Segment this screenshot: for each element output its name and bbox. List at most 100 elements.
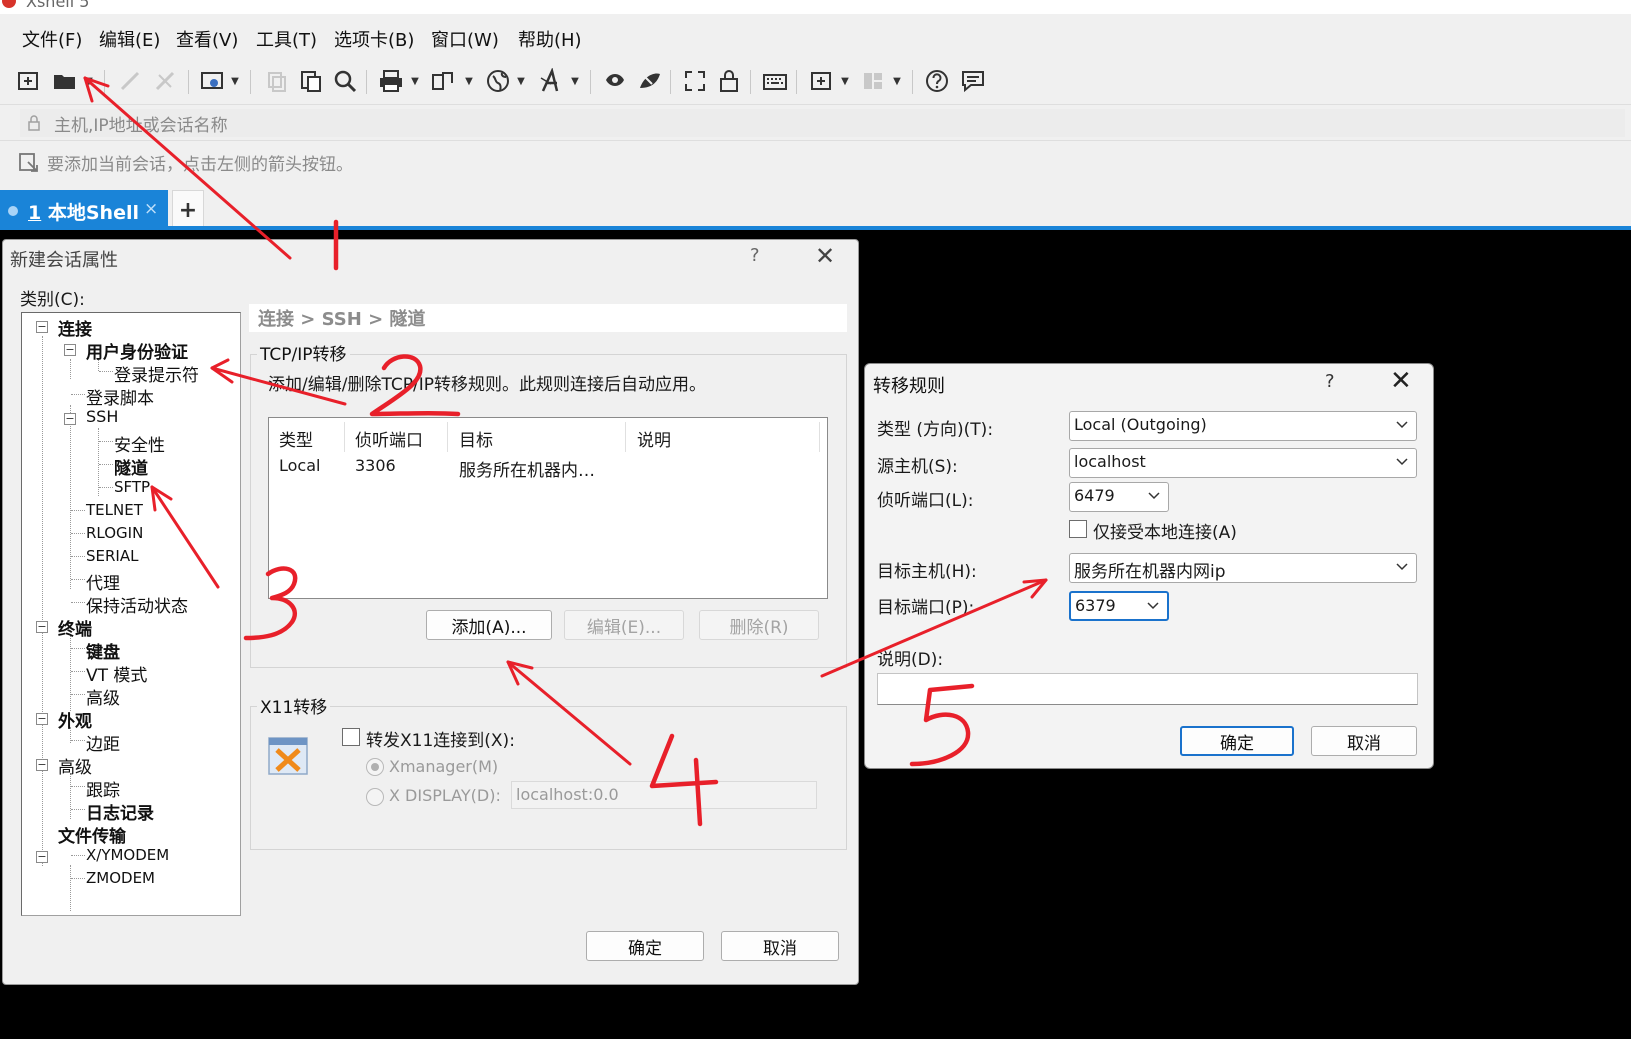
connect-icon[interactable] <box>115 66 145 96</box>
tree-item-rlogin[interactable]: RLOGIN <box>86 524 143 542</box>
menu-window[interactable]: 窗口(W) <box>431 26 499 52</box>
target-port-select[interactable]: 6379 <box>1069 591 1169 621</box>
rule-ok-button[interactable]: 确定 <box>1180 726 1294 756</box>
add-session-arrow-icon[interactable] <box>18 151 40 173</box>
tree-item-sftp[interactable]: SFTP <box>114 478 150 496</box>
rule-dialog-close-icon[interactable]: ✕ <box>1390 366 1412 396</box>
new-session-icon[interactable] <box>14 66 44 96</box>
menu-view[interactable]: 查看(V) <box>176 26 238 52</box>
tab-close-icon[interactable]: × <box>144 199 158 219</box>
menu-tabs[interactable]: 选项卡(B) <box>334 26 414 52</box>
globe-dropdown-icon[interactable]: ▼ <box>516 72 526 90</box>
layout-icon[interactable] <box>858 66 888 96</box>
tree-item-proxy[interactable]: 代理 <box>86 569 120 594</box>
font-dropdown-icon[interactable]: ▼ <box>570 72 580 90</box>
col-port[interactable]: 侦听端口 <box>355 426 423 451</box>
toggle-auth[interactable]: − <box>64 344 76 356</box>
find-icon[interactable] <box>330 66 360 96</box>
paste-icon[interactable] <box>296 66 326 96</box>
dialog-ok-button[interactable]: 确定 <box>586 931 704 961</box>
open-folder-icon[interactable] <box>50 66 80 96</box>
add-rule-button[interactable]: 添加(A)... <box>426 610 552 640</box>
source-host-select[interactable]: localhost <box>1069 448 1417 478</box>
open-dropdown-icon[interactable]: ▼ <box>84 72 94 90</box>
tree-item-terminal-advanced[interactable]: 高级 <box>86 684 120 709</box>
tree-item-login-script[interactable]: 登录脚本 <box>86 384 154 409</box>
properties-icon[interactable] <box>198 66 228 96</box>
xmanager-radio[interactable] <box>366 758 384 776</box>
tree-item-auth[interactable]: 用户身份验证 <box>86 338 188 363</box>
listen-port-select[interactable]: 6479 <box>1069 482 1169 512</box>
tree-item-connection[interactable]: 连接 <box>58 315 92 340</box>
edit-rule-button[interactable]: 编辑(E)... <box>564 610 684 640</box>
chat-icon[interactable] <box>958 66 988 96</box>
tree-item-xymodem[interactable]: X/YMODEM <box>86 846 169 864</box>
print-dropdown-icon[interactable]: ▼ <box>410 72 420 90</box>
toggle-file-transfer[interactable]: − <box>36 851 48 863</box>
transfer-icon[interactable] <box>428 66 458 96</box>
font-icon[interactable] <box>537 66 567 96</box>
help-icon[interactable] <box>922 66 952 96</box>
copy-icon[interactable] <box>262 66 292 96</box>
tree-item-security[interactable]: 安全性 <box>114 431 165 456</box>
dialog-cancel-button[interactable]: 取消 <box>721 931 839 961</box>
tree-item-serial[interactable]: SERIAL <box>86 547 138 565</box>
lock-icon[interactable] <box>714 66 744 96</box>
tree-item-ssh[interactable]: SSH <box>86 407 118 426</box>
menu-edit[interactable]: 编辑(E) <box>99 26 160 52</box>
print-icon[interactable] <box>376 66 406 96</box>
menu-help[interactable]: 帮助(H) <box>518 26 582 52</box>
toggle-connection[interactable]: − <box>36 321 48 333</box>
rule-cancel-button[interactable]: 取消 <box>1311 726 1417 756</box>
tree-item-appearance[interactable]: 外观 <box>58 707 92 732</box>
col-type[interactable]: 类型 <box>279 426 313 451</box>
transfer-dropdown-icon[interactable]: ▼ <box>464 72 474 90</box>
forward-x11-checkbox[interactable] <box>342 728 360 746</box>
delete-rule-button[interactable]: 删除(R) <box>699 610 819 640</box>
xmanager-icon[interactable] <box>634 66 664 96</box>
tree-item-margin[interactable]: 边距 <box>86 730 120 755</box>
tree-item-file-transfer[interactable]: 文件传输 <box>58 822 126 847</box>
keyboard-icon[interactable] <box>760 66 790 96</box>
globe-icon[interactable] <box>483 66 513 96</box>
xdisplay-input[interactable]: localhost:0.0 <box>511 781 817 809</box>
category-tree[interactable]: − 连接 − 用户身份验证 登录提示符 登录脚本 − SSH 安全性 隧道 SF… <box>21 312 241 916</box>
tree-item-tunnel[interactable]: 隧道 <box>114 454 148 479</box>
address-input[interactable]: 主机,IP地址或会话名称 <box>20 109 1625 137</box>
tree-item-zmodem[interactable]: ZMODEM <box>86 869 155 887</box>
col-desc[interactable]: 说明 <box>637 426 671 451</box>
dialog-help-button[interactable]: ? <box>750 245 760 266</box>
tree-item-telnet[interactable]: TELNET <box>86 501 143 519</box>
menu-tools[interactable]: 工具(T) <box>256 26 317 52</box>
forwarding-rules-list[interactable]: 类型 侦听端口 目标 说明 Local 3306 服务所在机器内… <box>268 417 828 599</box>
xdisplay-radio[interactable] <box>366 788 384 806</box>
tree-item-login-prompt[interactable]: 登录提示符 <box>114 361 199 386</box>
fullscreen-icon[interactable] <box>680 66 710 96</box>
new-tab-icon[interactable] <box>806 66 836 96</box>
type-select[interactable]: Local (Outgoing) <box>1069 411 1417 441</box>
rule-dialog-help-button[interactable]: ? <box>1325 371 1335 392</box>
menu-file[interactable]: 文件(F) <box>22 26 82 52</box>
target-host-select[interactable]: 服务所在机器内网ip <box>1069 553 1417 583</box>
dialog-close-icon[interactable]: ✕ <box>815 242 835 270</box>
layout-dropdown-icon[interactable]: ▼ <box>892 72 902 90</box>
tree-item-advanced[interactable]: 高级 <box>58 753 92 778</box>
properties-dropdown-icon[interactable]: ▼ <box>230 72 240 90</box>
new-tab-dropdown-icon[interactable]: ▼ <box>840 72 850 90</box>
local-only-checkbox[interactable] <box>1069 520 1087 538</box>
tree-item-keyboard[interactable]: 键盘 <box>86 638 120 663</box>
desc-input[interactable] <box>877 673 1418 705</box>
disconnect-icon[interactable] <box>150 66 180 96</box>
tree-item-terminal[interactable]: 终端 <box>58 615 92 640</box>
toggle-advanced[interactable]: − <box>36 759 48 771</box>
add-tab-button[interactable]: + <box>172 190 204 230</box>
tree-item-trace[interactable]: 跟踪 <box>86 776 120 801</box>
tab-local-shell[interactable]: 1 本地Shell × <box>0 190 168 230</box>
xftp-icon[interactable] <box>600 66 630 96</box>
tree-item-vt-mode[interactable]: VT 模式 <box>86 661 147 686</box>
tree-item-keepalive[interactable]: 保持活动状态 <box>86 592 188 617</box>
toggle-ssh[interactable]: − <box>64 413 76 425</box>
col-target[interactable]: 目标 <box>459 426 493 451</box>
toggle-terminal[interactable]: − <box>36 621 48 633</box>
toggle-appearance[interactable]: − <box>36 713 48 725</box>
